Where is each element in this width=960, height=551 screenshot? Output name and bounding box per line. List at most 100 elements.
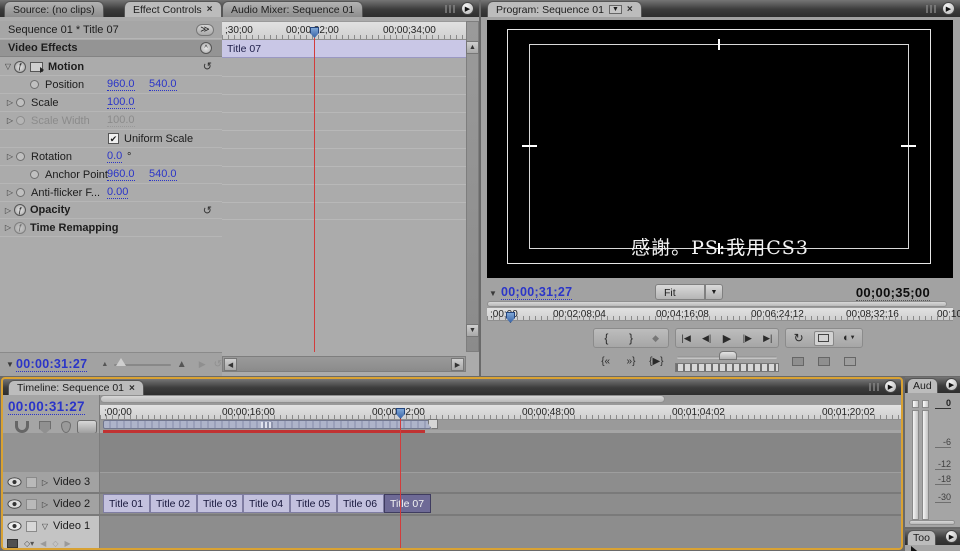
anchor-y-value[interactable]: 540.0	[149, 169, 177, 181]
toggle-animation-icon[interactable]	[30, 170, 39, 179]
reset-effect-icon[interactable]: ↺	[203, 60, 212, 73]
reset-effect-icon[interactable]: ↺	[203, 204, 212, 217]
shuttle-slider[interactable]	[677, 356, 777, 359]
antiflicker-value[interactable]: 0.00	[107, 187, 128, 199]
anchor-x-value[interactable]: 960.0	[107, 169, 135, 181]
play-effect-icon[interactable]: ▶	[199, 359, 206, 370]
scroll-right-icon[interactable]: ▶	[451, 358, 464, 371]
clip-title-01[interactable]: Title 01	[103, 494, 150, 513]
program-ruler[interactable]: ;00;00 00;02;08;04 00;04;16;08 00;06;24;…	[487, 307, 953, 321]
scroll-up-icon[interactable]: ▲	[466, 41, 479, 54]
play-button[interactable]: ▶	[717, 331, 737, 346]
tab-audio-meters[interactable]: Aud	[907, 378, 938, 393]
lock-toggle[interactable]	[26, 521, 37, 532]
timeline-timecode[interactable]: 00:00:31:27	[8, 399, 85, 415]
footer-timecode[interactable]: 00:00:31:27	[16, 357, 87, 372]
toggle-animation-icon[interactable]	[16, 98, 25, 107]
ec-mini-clip-bar[interactable]: Title 07	[222, 40, 466, 58]
play-from-in-button[interactable]: {«	[596, 354, 616, 369]
tab-tools[interactable]: Too	[907, 530, 936, 545]
timeline-viewing-track[interactable]	[100, 395, 903, 404]
scroll-left-icon[interactable]: ◀	[224, 358, 237, 371]
play-to-out-button[interactable]: »}	[621, 354, 641, 369]
panel-menu-icon[interactable]: ▶	[884, 380, 897, 393]
tab-source[interactable]: Source: (no clips)	[4, 1, 104, 17]
extract-button[interactable]	[814, 354, 834, 369]
tab-timeline[interactable]: Timeline: Sequence 01 ×	[8, 380, 144, 395]
collapse-track-icon[interactable]: ▽	[41, 522, 49, 531]
expand-triangle-icon[interactable]: ▷	[2, 223, 14, 232]
tab-close-icon[interactable]: ×	[129, 383, 135, 394]
panel-drag-grip[interactable]	[926, 5, 938, 13]
expand-triangle-icon[interactable]: ▷	[2, 206, 14, 215]
step-back-button[interactable]: ◀|	[697, 331, 717, 346]
collapse-monitor-icon[interactable]: ▼	[487, 289, 499, 298]
effect-row-opacity[interactable]: ▷ ƒ Opacity ↺	[0, 202, 222, 219]
collapse-section-icon[interactable]: ^	[200, 42, 212, 54]
clip-title-07-selected[interactable]: Title 07	[384, 494, 431, 513]
collapse-footer-icon[interactable]: ▼	[4, 360, 16, 369]
expand-triangle-icon[interactable]: ▷	[4, 98, 16, 107]
expand-triangle-icon[interactable]: ▷	[4, 152, 16, 161]
toggle-effect-icon[interactable]: ƒ	[14, 222, 26, 234]
panel-menu-icon[interactable]: ▶	[461, 2, 474, 15]
clip-title-05[interactable]: Title 05	[290, 494, 337, 513]
jog-disk[interactable]	[675, 363, 779, 372]
lift-button[interactable]	[788, 354, 808, 369]
expand-triangle-icon[interactable]: ▽	[2, 62, 14, 71]
clip-title-06[interactable]: Title 06	[337, 494, 384, 513]
meter-bottom-slider[interactable]	[909, 520, 955, 525]
expand-track-icon[interactable]: ▷	[41, 478, 49, 487]
scroll-down-icon[interactable]: ▼	[466, 324, 479, 337]
timeline-viewing-bar[interactable]	[100, 395, 665, 403]
expand-triangle-icon[interactable]: ▷	[4, 116, 16, 125]
lock-toggle[interactable]	[26, 477, 37, 488]
scale-value[interactable]: 100.0	[107, 97, 135, 109]
zoom-slider-thumb[interactable]	[116, 358, 126, 366]
zoom-slider[interactable]	[114, 364, 170, 366]
zoom-in-icon[interactable]: ▲	[177, 359, 187, 370]
display-style-icon[interactable]	[7, 539, 18, 548]
tab-audio-mixer[interactable]: Audio Mixer: Sequence 01	[222, 1, 363, 17]
toggle-animation-icon[interactable]	[16, 152, 25, 161]
set-in-point-button[interactable]: {	[596, 331, 616, 346]
zoom-level-select[interactable]: Fit	[655, 284, 705, 300]
eye-icon[interactable]	[7, 477, 22, 487]
trim-button[interactable]	[840, 354, 860, 369]
ec-vscrollbar[interactable]: ▲ ▼	[466, 21, 479, 352]
expand-track-icon[interactable]: ▷	[41, 500, 49, 509]
tab-close-icon[interactable]: ×	[207, 4, 213, 15]
effect-row-motion[interactable]: ▽ ƒ Motion ↺	[0, 58, 222, 76]
track-content-video2[interactable]: Title 01 Title 02 Title 03 Title 04 Titl…	[100, 494, 903, 514]
effect-row-time-remapping[interactable]: ▷ ƒ Time Remapping	[0, 219, 222, 237]
track-header-video3[interactable]: ▷ Video 3	[3, 472, 100, 492]
selection-tool-icon[interactable]	[911, 546, 919, 551]
ec-hscrollbar[interactable]: ◀ ▶	[222, 356, 466, 372]
handle-top-icon[interactable]	[718, 39, 720, 50]
loop-button[interactable]: ↻	[789, 331, 809, 346]
track-header-video1[interactable]: ▽ Video 1	[3, 516, 100, 536]
ec-mini-ruler[interactable]: ;30;00 00;00;32;00 00;00;34;00	[222, 21, 466, 40]
rotation-value[interactable]: 0.0	[107, 151, 122, 163]
expand-triangle-icon[interactable]: ▷	[4, 188, 16, 197]
safe-margins-button[interactable]	[814, 331, 834, 346]
toggle-effect-icon[interactable]: ƒ	[14, 61, 26, 73]
zoom-out-icon[interactable]: ▲	[101, 361, 108, 368]
shuttle-thumb[interactable]	[719, 351, 737, 360]
lock-toggle[interactable]	[26, 499, 37, 510]
toggle-animation-icon[interactable]	[16, 188, 25, 197]
panel-menu-icon[interactable]: ▶	[945, 378, 958, 391]
workarea-bar[interactable]	[103, 420, 431, 429]
snap-icon[interactable]	[15, 421, 29, 433]
output-button[interactable]: ◐▼	[839, 331, 859, 346]
program-video-area[interactable]: 感謝。PS:我用CS3	[487, 20, 953, 278]
track-header-video2[interactable]: ▷ Video 2	[3, 494, 100, 514]
go-to-in-button[interactable]: |◀	[676, 331, 696, 346]
step-forward-button[interactable]: |▶	[737, 331, 757, 346]
panel-drag-grip[interactable]	[445, 5, 457, 13]
timeline-ruler[interactable]: ;00;00 00;00;16;00 00;00;32;00 00;00;48;…	[100, 404, 903, 420]
tab-close-icon[interactable]: ×	[627, 4, 633, 15]
position-x-value[interactable]: 960.0	[107, 79, 135, 91]
toggle-button[interactable]	[77, 420, 97, 434]
show-keyframes-icon[interactable]: ◇▾	[24, 539, 34, 548]
